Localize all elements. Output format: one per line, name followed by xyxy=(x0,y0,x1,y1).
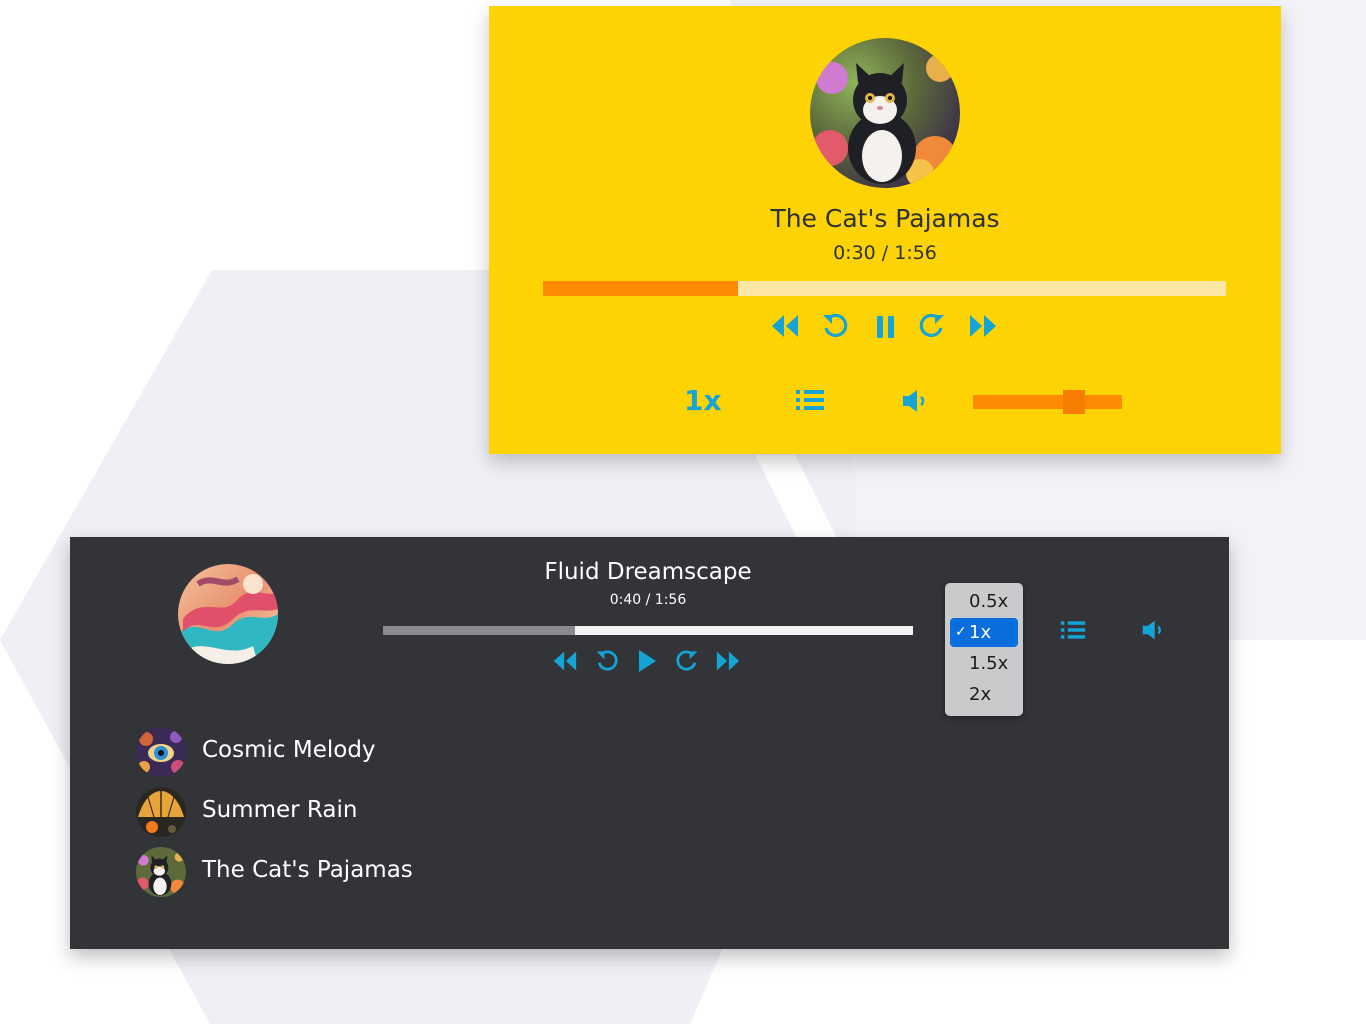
pause-icon[interactable] xyxy=(874,314,898,340)
playlist-item[interactable]: Summer Rain xyxy=(136,787,556,839)
cosmic-eye-thumb xyxy=(136,727,186,777)
replay-icon[interactable] xyxy=(820,311,850,341)
speaker-icon[interactable] xyxy=(901,388,929,414)
track-title: Fluid Dreamscape xyxy=(544,559,752,585)
volume-slider[interactable] xyxy=(973,390,1122,414)
cat-thumb xyxy=(136,847,186,897)
playlist-item-title: The Cat's Pajamas xyxy=(202,857,413,883)
rewind-icon[interactable] xyxy=(552,649,578,673)
rate-option-0-5x[interactable]: 0.5x xyxy=(950,587,1018,616)
list-icon[interactable] xyxy=(1060,619,1086,641)
playback-rate-button[interactable]: 1x xyxy=(684,384,722,417)
rewind-icon[interactable] xyxy=(770,312,800,340)
list-icon[interactable] xyxy=(795,388,825,412)
track-time: 0:40 / 1:56 xyxy=(609,592,687,608)
yellow-audio-player: The Cat's Pajamas 0:30 / 1:56 1x xyxy=(489,6,1281,454)
track-time: 0:30 / 1:56 xyxy=(833,242,937,264)
playback-controls xyxy=(770,309,1002,343)
fast-forward-icon[interactable] xyxy=(715,649,741,673)
forward-skip-icon[interactable] xyxy=(917,311,947,341)
progress-bar[interactable] xyxy=(383,626,913,635)
rate-option-1x[interactable]: ✓ 1x xyxy=(950,618,1018,647)
cat-album-art xyxy=(810,38,960,188)
playlist-item-title: Cosmic Melody xyxy=(202,737,376,763)
fast-forward-icon[interactable] xyxy=(968,312,998,340)
dark-audio-player: Fluid Dreamscape 0:40 / 1:56 0.5x ✓ 1x 1.… xyxy=(70,537,1229,949)
progress-fill xyxy=(383,626,576,635)
forward-skip-icon[interactable] xyxy=(674,648,700,674)
playlist-item-title: Summer Rain xyxy=(202,797,358,823)
track-title: The Cat's Pajamas xyxy=(770,204,1000,233)
volume-slider-thumb[interactable] xyxy=(1063,390,1086,414)
fluid-album-art xyxy=(178,564,278,664)
progress-bar[interactable] xyxy=(543,281,1226,296)
check-icon: ✓ xyxy=(955,624,967,640)
progress-fill xyxy=(543,281,738,296)
umbrella-thumb xyxy=(136,787,186,837)
speaker-icon[interactable] xyxy=(1141,618,1165,642)
rate-option-2x[interactable]: 2x xyxy=(950,680,1018,709)
playlist-item[interactable]: The Cat's Pajamas xyxy=(136,847,556,899)
rate-option-1-5x[interactable]: 1.5x xyxy=(950,649,1018,678)
playback-rate-dropdown: 0.5x ✓ 1x 1.5x 2x xyxy=(945,583,1023,716)
playback-controls xyxy=(552,648,742,674)
play-icon[interactable] xyxy=(637,649,657,673)
rate-option-label: 1x xyxy=(969,622,992,643)
replay-icon[interactable] xyxy=(594,648,620,674)
playlist-item[interactable]: Cosmic Melody xyxy=(136,727,556,779)
